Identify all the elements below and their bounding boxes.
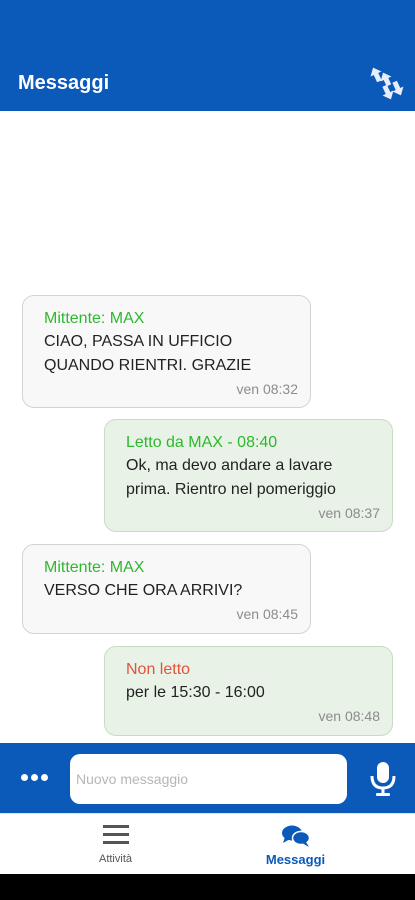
- message-sender: Mittente: MAX: [44, 559, 145, 576]
- message-composer: [0, 743, 415, 813]
- swap-arrows-icon[interactable]: [368, 64, 406, 102]
- message-text-line: Ok, ma devo andare a lavare: [126, 457, 333, 474]
- message-bubble-incoming[interactable]: Mittente: MAX CIAO, PASSA IN UFFICIO QUA…: [22, 295, 311, 408]
- message-bubble-outgoing[interactable]: Letto da MAX - 08:40 Ok, ma devo andare …: [104, 419, 393, 532]
- nav-label: Messaggi: [265, 852, 326, 867]
- message-text-line: CIAO, PASSA IN UFFICIO: [44, 333, 233, 350]
- system-navigation-bar: [0, 874, 415, 900]
- nav-label: Attività: [98, 853, 132, 865]
- app-bar: Messaggi: [0, 0, 415, 111]
- nav-tab-messaggi[interactable]: Messaggi: [192, 814, 399, 875]
- message-time: ven 08:32: [236, 381, 299, 397]
- message-text-line: VERSO CHE ORA ARRIVI?: [44, 582, 243, 599]
- message-time: ven 08:45: [236, 606, 299, 622]
- message-status: Non letto: [126, 661, 191, 678]
- message-bubble-outgoing[interactable]: Non letto per le 15:30 - 16:00 ven 08:48: [104, 646, 393, 736]
- message-text-line: prima. Rientro nel pomeriggio: [126, 481, 336, 498]
- microphone-icon[interactable]: [368, 761, 398, 797]
- message-text-line: QUANDO RIENTRI. GRAZIE: [44, 357, 252, 374]
- message-text-line: per le 15:30 - 16:00: [126, 684, 265, 701]
- chat-bubbles-icon: [192, 824, 399, 850]
- bottom-navigation: Attività Messaggi: [0, 813, 415, 874]
- more-dots-icon[interactable]: [20, 767, 50, 789]
- page-title: Messaggi: [18, 72, 110, 94]
- message-time: ven 08:48: [318, 708, 381, 724]
- message-time: ven 08:37: [318, 505, 381, 521]
- message-list[interactable]: Mittente: MAX CIAO, PASSA IN UFFICIO QUA…: [0, 111, 415, 743]
- menu-icon: [12, 824, 219, 850]
- message-bubble-incoming[interactable]: Mittente: MAX VERSO CHE ORA ARRIVI? ven …: [22, 544, 311, 634]
- message-sender: Mittente: MAX: [44, 310, 145, 327]
- message-input[interactable]: [70, 754, 347, 804]
- message-status: Letto da MAX - 08:40: [126, 434, 278, 451]
- nav-tab-attivita[interactable]: Attività: [12, 814, 219, 875]
